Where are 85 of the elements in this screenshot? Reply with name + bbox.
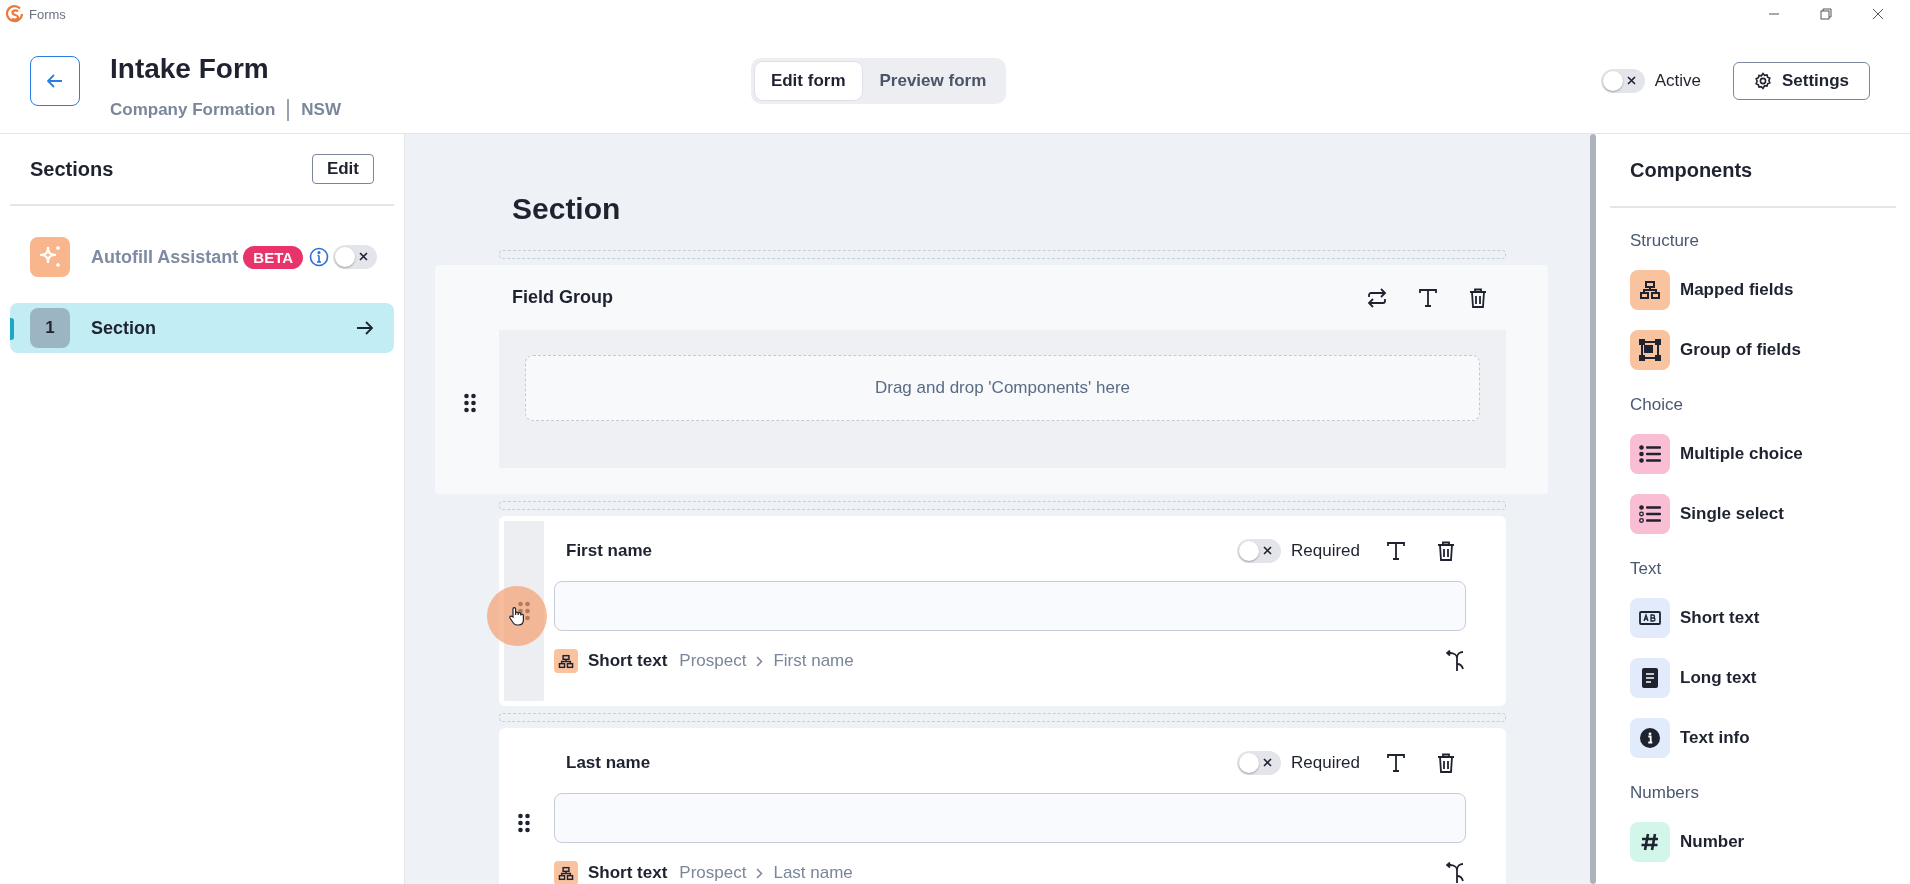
hash-icon bbox=[1640, 831, 1660, 852]
toggle-label: Active bbox=[1654, 70, 1701, 91]
field-label: First name bbox=[566, 541, 653, 561]
drag-handle-icon[interactable] bbox=[518, 813, 530, 833]
component-item[interactable]: Number bbox=[1598, 817, 1910, 866]
branch-arrow-icon[interactable] bbox=[1446, 862, 1466, 884]
category-heading: Structure bbox=[1630, 231, 1699, 250]
component-item[interactable]: Multiple choice bbox=[1598, 429, 1910, 478]
input-field[interactable] bbox=[554, 581, 1466, 631]
restore-icon[interactable] bbox=[1820, 8, 1832, 20]
section-heading: Section bbox=[511, 191, 622, 227]
toggle-label: Required bbox=[1291, 753, 1360, 773]
document-icon bbox=[1642, 667, 1658, 688]
text-format-icon[interactable] bbox=[1386, 753, 1406, 773]
form-title: Intake Form bbox=[110, 52, 270, 85]
breadcrumb-item: NSW bbox=[301, 99, 341, 120]
text-format-icon[interactable] bbox=[1386, 541, 1406, 561]
category-heading: Text bbox=[1630, 559, 1662, 578]
beta-badge: BETA bbox=[243, 245, 304, 269]
mapping-path-item: First name bbox=[773, 651, 854, 671]
breadcrumb-item: Company Formation bbox=[110, 99, 276, 120]
component-item[interactable]: Group of fields bbox=[1598, 325, 1910, 374]
window-title: Forms bbox=[29, 6, 66, 22]
toggle-switch[interactable] bbox=[1237, 539, 1281, 563]
field-type: Short text bbox=[588, 863, 668, 883]
category-heading: Numbers bbox=[1630, 783, 1699, 802]
section-label: Section bbox=[91, 317, 157, 339]
arrow-right-icon bbox=[356, 320, 374, 336]
section-number: 1 bbox=[30, 308, 70, 348]
panel-title: Components bbox=[1630, 158, 1753, 182]
hand-cursor-icon bbox=[508, 606, 526, 626]
x-icon bbox=[1263, 758, 1272, 767]
settings-icon bbox=[1753, 71, 1772, 90]
chevron-right-icon bbox=[756, 867, 764, 879]
sparkle-icon bbox=[30, 237, 70, 277]
edit-button[interactable]: Edit bbox=[311, 154, 374, 184]
info-icon[interactable] bbox=[309, 247, 330, 267]
component-item[interactable]: Single select bbox=[1598, 489, 1910, 538]
chevron-right-icon bbox=[756, 655, 764, 667]
frame-icon bbox=[1639, 338, 1661, 361]
section-item[interactable]: 1 Section bbox=[10, 303, 394, 353]
info-icon bbox=[1640, 727, 1660, 748]
trash-icon[interactable] bbox=[1436, 752, 1456, 774]
field-label: Last name bbox=[566, 753, 652, 773]
field-type: Short text bbox=[588, 651, 668, 671]
component-item[interactable]: Text info bbox=[1598, 713, 1910, 762]
mapping-path-item: Prospect bbox=[679, 651, 747, 671]
settings-button[interactable]: Settings bbox=[1732, 61, 1870, 100]
back-arrow-icon bbox=[47, 73, 63, 88]
hierarchy-icon bbox=[1639, 279, 1661, 300]
swap-icon[interactable] bbox=[1366, 287, 1388, 308]
mapping-path-item: Last name bbox=[773, 863, 853, 883]
hierarchy-icon bbox=[554, 649, 578, 673]
toggle-switch[interactable] bbox=[1237, 751, 1281, 775]
drag-handle-icon[interactable] bbox=[464, 393, 476, 413]
x-icon bbox=[1263, 546, 1272, 555]
list-icon bbox=[1639, 444, 1661, 463]
component-item[interactable]: Mapped fields bbox=[1598, 265, 1910, 314]
toggle-switch[interactable] bbox=[1600, 68, 1645, 93]
component-item[interactable]: Short text bbox=[1598, 593, 1910, 642]
panel-title: Sections bbox=[30, 157, 114, 181]
input-field[interactable] bbox=[554, 793, 1466, 843]
branch-arrow-icon[interactable] bbox=[1446, 650, 1466, 672]
trash-icon[interactable] bbox=[1468, 286, 1488, 309]
close-icon[interactable] bbox=[1872, 8, 1884, 20]
toggle-switch[interactable] bbox=[333, 245, 378, 269]
hierarchy-icon bbox=[554, 861, 578, 884]
component-item[interactable]: Long text bbox=[1598, 653, 1910, 702]
scrollbar[interactable] bbox=[1590, 134, 1596, 884]
mode-tab[interactable]: Preview form bbox=[863, 61, 1003, 100]
toggle-label: Required bbox=[1291, 541, 1360, 561]
category-heading: Choice bbox=[1630, 395, 1683, 414]
assistant-label: Autofill Assistant bbox=[91, 246, 239, 268]
x-icon bbox=[359, 252, 369, 261]
back-button[interactable] bbox=[30, 55, 80, 106]
text-field-icon bbox=[1639, 610, 1661, 625]
drop-zone[interactable]: Drag and drop 'Components' here bbox=[525, 355, 1480, 421]
mode-tab[interactable]: Edit form bbox=[754, 61, 862, 100]
mapping-path-item: Prospect bbox=[679, 863, 747, 883]
text-format-icon[interactable] bbox=[1418, 287, 1438, 308]
trash-icon[interactable] bbox=[1436, 540, 1456, 562]
x-icon bbox=[1626, 75, 1636, 85]
group-title: Field Group bbox=[512, 287, 614, 308]
radio-list-icon bbox=[1639, 504, 1661, 523]
app-logo-icon bbox=[6, 5, 24, 23]
